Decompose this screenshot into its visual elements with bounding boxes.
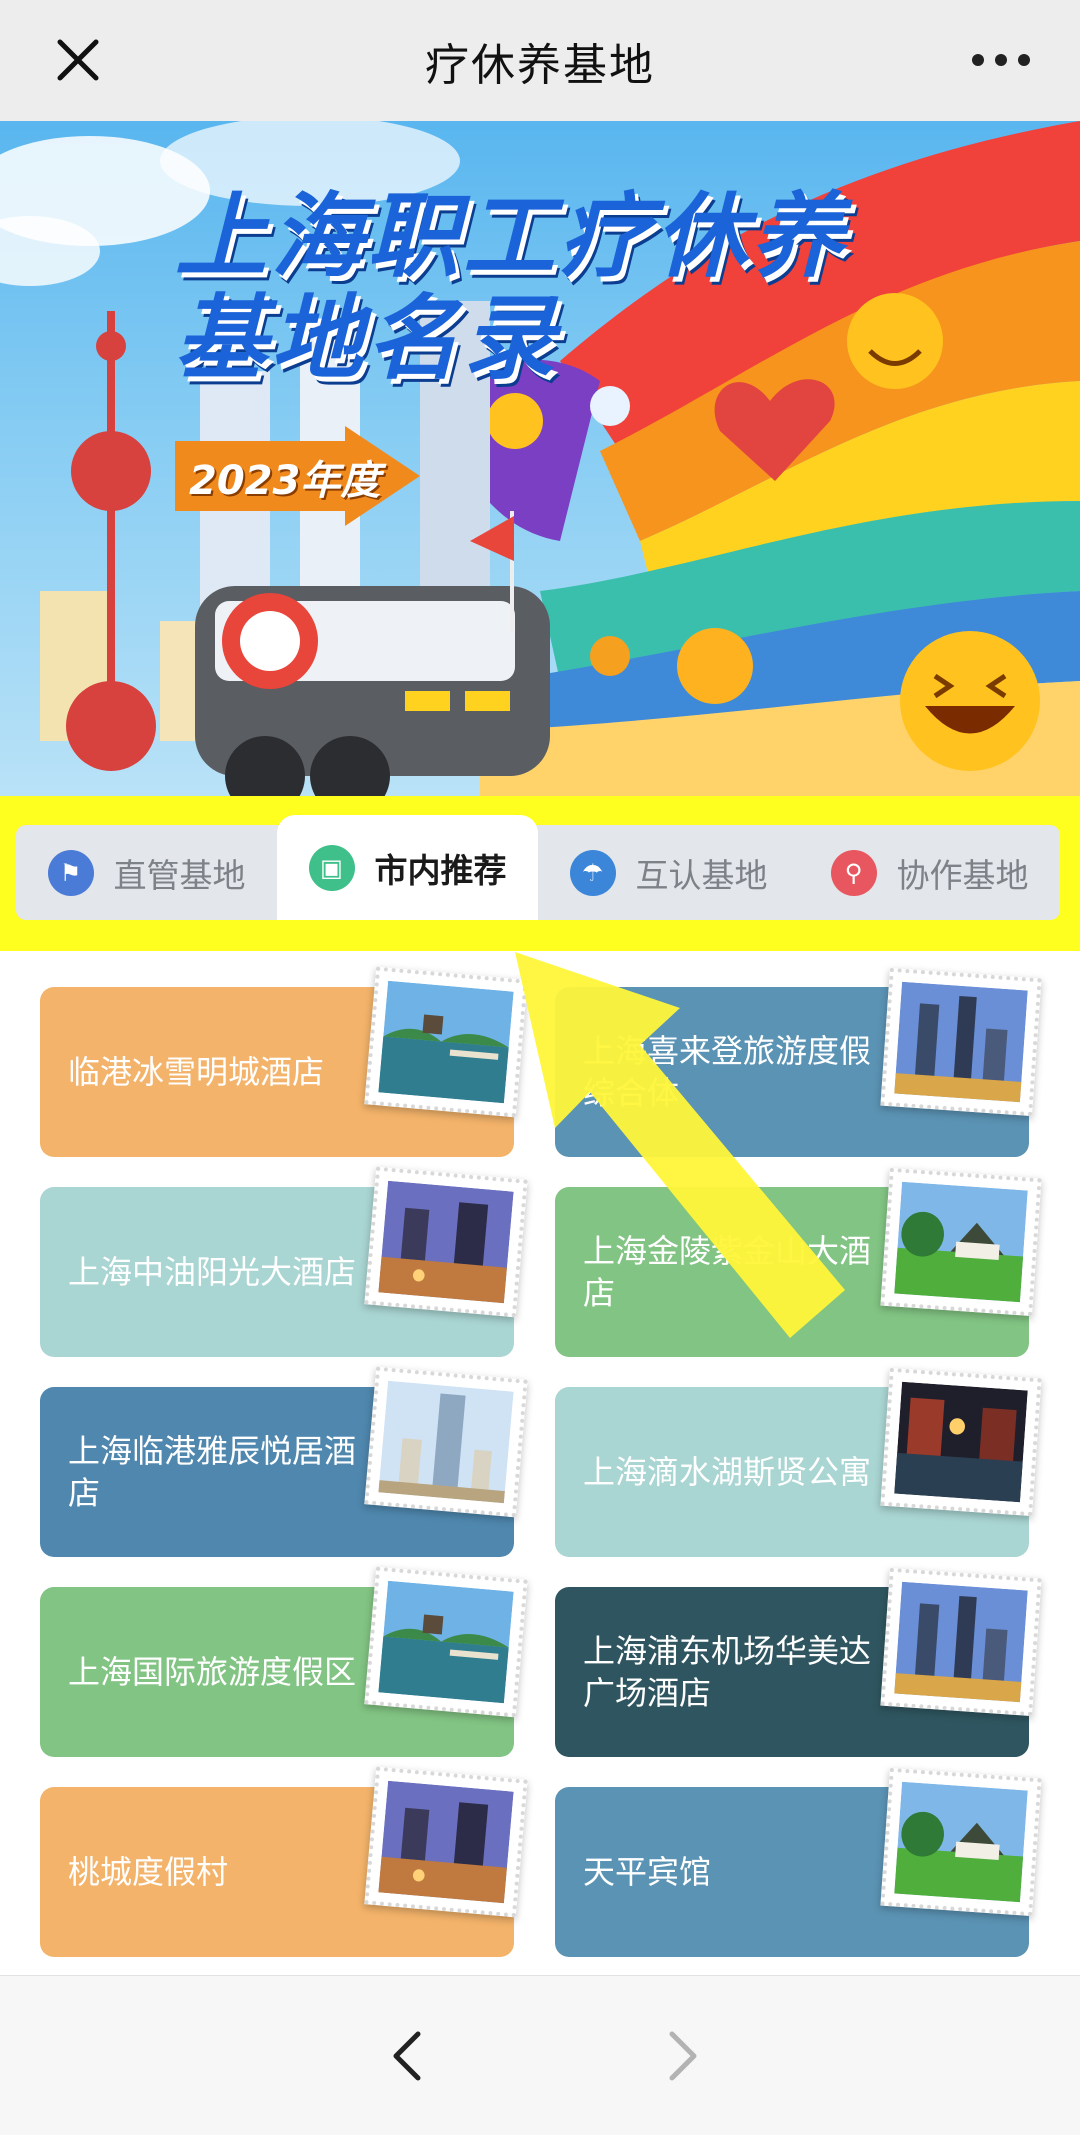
base-card-photo [880,1767,1042,1917]
tabs-highlight: ⚑ 直管基地 ▣ 市内推荐 ☂ 互认基地 ⚲ 协作基地 [0,796,1080,951]
base-card[interactable]: 上海金陵紫金山大酒店 [555,1167,1042,1357]
page-title: 疗休养基地 [425,39,655,91]
base-card-photo [364,1766,528,1918]
chevron-right-icon[interactable] [650,2026,710,2086]
base-card[interactable]: 桃城度假村 [40,1766,528,1957]
base-card[interactable]: 上海临港雅辰悦居酒店 [40,1366,528,1557]
base-card-name: 天平宾馆 [583,1853,712,1891]
base-card-photo [364,966,528,1118]
base-card-photo [880,1167,1042,1317]
bottom-toolbar [0,1975,1080,2135]
base-card-photo [364,1366,528,1518]
base-card[interactable]: 上海浦东机场华美达广场酒店 [555,1567,1042,1757]
base-card[interactable]: 上海中油阳光大酒店 [40,1166,528,1357]
base-card[interactable]: 天平宾馆 [555,1767,1042,1957]
banner: 上海职工疗休养 基地名录 2023年度 [0,121,1080,796]
bag-icon: ▣ [308,844,355,891]
more-icon[interactable] [966,30,1036,90]
base-card[interactable]: 上海喜来登旅游度假综合体 [555,967,1042,1157]
year-tag: 2023年度 [175,426,420,526]
base-card[interactable]: 上海滴水湖斯贤公寓 [555,1367,1042,1557]
base-card-name: 上海滴水湖斯贤公寓 [583,1453,872,1491]
base-card-name: 上海临港雅辰悦居酒店 [68,1432,357,1512]
base-card-name: 上海中油阳光大酒店 [68,1253,357,1291]
banner-headline: 上海职工疗休养 基地名录 [175,183,848,392]
tab-mutual-bases[interactable]: ☂ 互认基地 [538,825,799,920]
base-card-photo [880,1367,1042,1517]
tab-city-recommend[interactable]: ▣ 市内推荐 [277,815,538,920]
base-card-name: 上海金陵紫金山大酒店 [583,1232,872,1312]
nav-bar: 疗休养基地 [0,0,1080,121]
base-card-name: 上海国际旅游度假区 [68,1653,357,1691]
tab-cooperative-bases[interactable]: ⚲ 协作基地 [799,825,1060,920]
close-icon[interactable] [48,30,108,90]
base-card-photo [364,1166,528,1318]
beach-icon: ☂ [569,849,616,896]
base-card-name: 桃城度假村 [68,1853,229,1891]
base-card[interactable]: 临港冰雪明城酒店 [40,966,528,1157]
base-card-name: 上海浦东机场华美达广场酒店 [583,1632,872,1712]
flag-icon: ⚑ [47,849,94,896]
base-card-name: 临港冰雪明城酒店 [68,1053,325,1091]
category-tabs: ⚑ 直管基地 ▣ 市内推荐 ☂ 互认基地 ⚲ 协作基地 [16,815,1060,920]
pin-icon: ⚲ [830,849,877,896]
base-card-name: 上海喜来登旅游度假综合体 [583,1032,872,1112]
base-card-photo [880,1567,1042,1717]
chevron-left-icon[interactable] [380,2026,440,2086]
base-card-photo [364,1566,528,1718]
base-list: 临港冰雪明城酒店 上海喜来登旅游度假综合体 上海中油阳光大酒店 上海金陵紫金山大酒店上… [0,951,1080,1975]
tab-direct-bases[interactable]: ⚑ 直管基地 [16,825,277,920]
base-card-photo [880,967,1042,1117]
base-card[interactable]: 上海国际旅游度假区 [40,1566,528,1757]
